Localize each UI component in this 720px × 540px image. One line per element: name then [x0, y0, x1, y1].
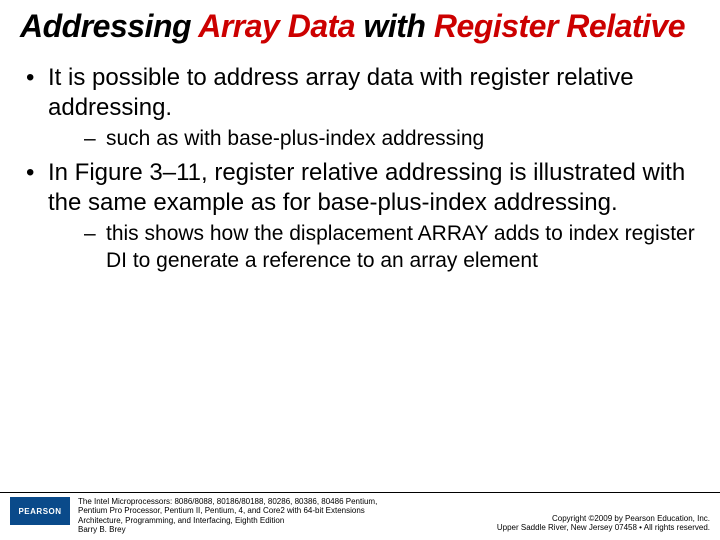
- sub-text: this shows how the displacement ARRAY ad…: [106, 222, 695, 272]
- bullet-text: It is possible to address array data wit…: [48, 64, 634, 121]
- bullet-item: It is possible to address array data wit…: [20, 63, 700, 152]
- sub-list: this shows how the displacement ARRAY ad…: [48, 220, 700, 275]
- sub-text: such as with base-plus-index addressing: [106, 127, 484, 150]
- slide-title: Addressing Array Data with Register Rela…: [20, 8, 700, 45]
- book-line: Architecture, Programming, and Interfaci…: [78, 516, 489, 525]
- copyright-line: Copyright ©2009 by Pearson Education, In…: [497, 514, 710, 523]
- book-info: The Intel Microprocessors: 8086/8088, 80…: [78, 497, 489, 534]
- logo-text: PEARSON: [18, 507, 61, 516]
- bullet-list: It is possible to address array data wit…: [20, 63, 700, 275]
- book-line: Barry B. Brey: [78, 525, 489, 534]
- book-line: The Intel Microprocessors: 8086/8088, 80…: [78, 497, 489, 506]
- title-accent1: Array Data: [198, 8, 355, 44]
- book-line: Pentium Pro Processor, Pentium II, Penti…: [78, 506, 489, 515]
- slide: Addressing Array Data with Register Rela…: [0, 0, 720, 540]
- bullet-text: In Figure 3–11, register relative addres…: [48, 159, 685, 216]
- copyright-line: Upper Saddle River, New Jersey 07458 • A…: [497, 523, 710, 532]
- pearson-logo: PEARSON: [10, 497, 70, 525]
- title-part2: with: [355, 8, 434, 44]
- slide-content: It is possible to address array data wit…: [20, 63, 700, 540]
- sub-item: such as with base-plus-index addressing: [48, 125, 700, 152]
- sub-list: such as with base-plus-index addressing: [48, 125, 700, 152]
- copyright: Copyright ©2009 by Pearson Education, In…: [497, 514, 710, 534]
- title-accent2: Register Relative: [434, 8, 685, 44]
- title-part1: Addressing: [20, 8, 198, 44]
- footer: PEARSON The Intel Microprocessors: 8086/…: [0, 492, 720, 540]
- sub-item: this shows how the displacement ARRAY ad…: [48, 220, 700, 275]
- bullet-item: In Figure 3–11, register relative addres…: [20, 158, 700, 275]
